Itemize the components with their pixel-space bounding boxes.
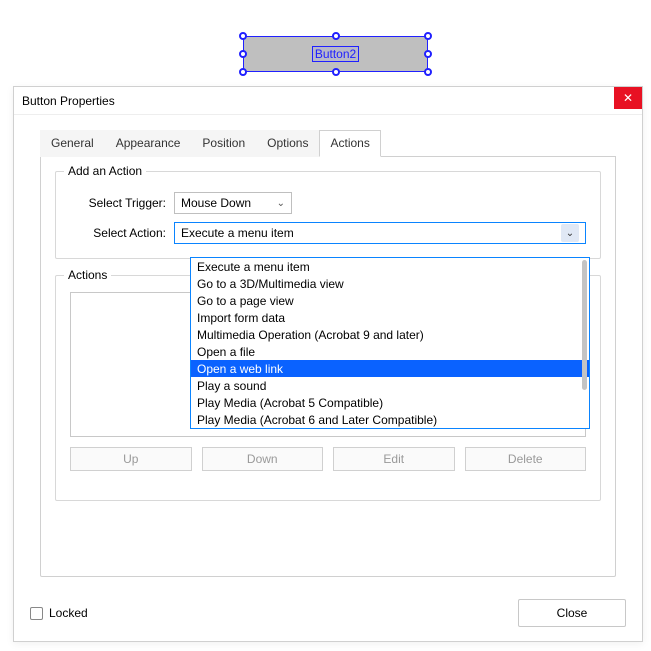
delete-button[interactable]: Delete xyxy=(465,447,587,471)
dropdown-option[interactable]: Play Media (Acrobat 6 and Later Compatib… xyxy=(191,411,589,428)
dropdown-option[interactable]: Multimedia Operation (Acrobat 9 and late… xyxy=(191,326,589,343)
resize-handle-bm[interactable] xyxy=(332,68,340,76)
resize-handle-tm[interactable] xyxy=(332,32,340,40)
tab-appearance[interactable]: Appearance xyxy=(105,130,192,157)
dropdown-option[interactable]: Import form data xyxy=(191,309,589,326)
select-trigger-label: Select Trigger: xyxy=(70,196,166,210)
dropdown-option[interactable]: Open a file xyxy=(191,343,589,360)
form-button-label: Button2 xyxy=(312,46,359,62)
dialog-title: Button Properties xyxy=(22,94,115,108)
resize-handle-bl[interactable] xyxy=(239,68,247,76)
dropdown-scrollbar[interactable] xyxy=(582,260,587,426)
select-action-dropdown[interactable]: Execute a menu item ⌄ xyxy=(174,222,586,244)
dialog-close-x[interactable]: ✕ xyxy=(614,87,642,109)
locked-checkbox[interactable] xyxy=(30,607,43,620)
resize-handle-tr[interactable] xyxy=(424,32,432,40)
dropdown-option[interactable]: Go to a page view xyxy=(191,292,589,309)
select-trigger-dropdown[interactable]: Mouse Down ⌄ xyxy=(174,192,292,214)
dialog-titlebar: Button Properties ✕ xyxy=(14,87,642,115)
dropdown-scroll-thumb[interactable] xyxy=(582,260,587,390)
chevron-down-icon: ⌄ xyxy=(277,198,285,209)
close-button[interactable]: Close xyxy=(518,599,626,627)
select-action-label: Select Action: xyxy=(70,226,166,240)
tab-position[interactable]: Position xyxy=(191,130,256,157)
chevron-down-icon: ⌄ xyxy=(561,224,579,242)
close-icon: ✕ xyxy=(623,91,633,105)
tab-bar: General Appearance Position Options Acti… xyxy=(40,129,616,157)
add-action-fieldset: Add an Action Select Trigger: Mouse Down… xyxy=(55,171,601,259)
dropdown-option[interactable]: Execute a menu item xyxy=(191,258,589,275)
resize-handle-ml[interactable] xyxy=(239,50,247,58)
add-action-legend: Add an Action xyxy=(64,164,146,178)
dropdown-option[interactable]: Open a web link xyxy=(191,360,589,377)
select-action-value: Execute a menu item xyxy=(181,226,294,240)
resize-handle-br[interactable] xyxy=(424,68,432,76)
form-button-object[interactable]: Button2 xyxy=(243,36,428,72)
tab-general[interactable]: General xyxy=(40,130,105,157)
down-button[interactable]: Down xyxy=(202,447,324,471)
dropdown-option[interactable]: Play a sound xyxy=(191,377,589,394)
locked-label: Locked xyxy=(49,606,88,620)
actions-tab-panel: Add an Action Select Trigger: Mouse Down… xyxy=(40,157,616,577)
tab-actions[interactable]: Actions xyxy=(319,130,380,157)
select-action-dropdown-list[interactable]: Execute a menu itemGo to a 3D/Multimedia… xyxy=(190,257,590,429)
dropdown-option[interactable]: Go to a 3D/Multimedia view xyxy=(191,275,589,292)
resize-handle-tl[interactable] xyxy=(239,32,247,40)
actions-legend: Actions xyxy=(64,268,111,282)
up-button[interactable]: Up xyxy=(70,447,192,471)
tab-options[interactable]: Options xyxy=(256,130,319,157)
edit-button[interactable]: Edit xyxy=(333,447,455,471)
dropdown-option[interactable]: Play Media (Acrobat 5 Compatible) xyxy=(191,394,589,411)
resize-handle-mr[interactable] xyxy=(424,50,432,58)
select-trigger-value: Mouse Down xyxy=(181,196,251,210)
button-properties-dialog: Button Properties ✕ General Appearance P… xyxy=(13,86,643,642)
